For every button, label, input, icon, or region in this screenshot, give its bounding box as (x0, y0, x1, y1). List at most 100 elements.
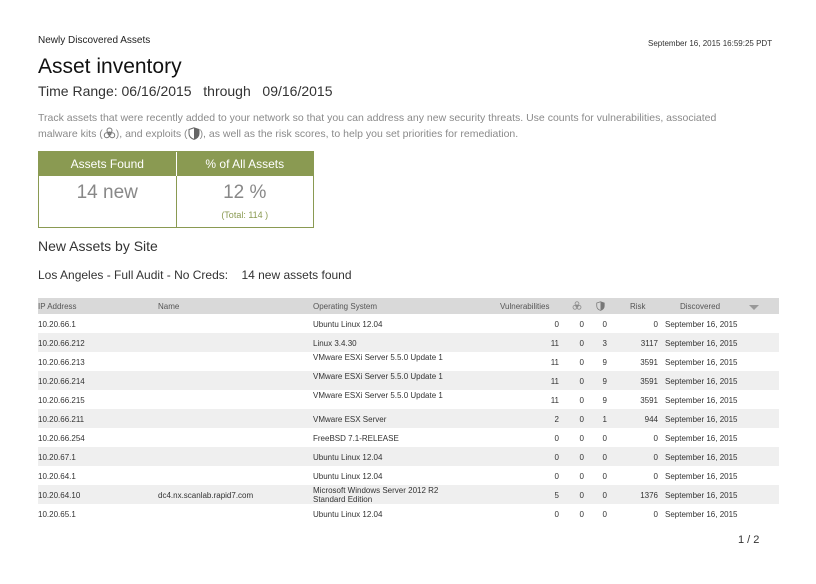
risk-cell: 3591 (640, 396, 658, 405)
ip-address-cell: 10.20.67.1 (38, 453, 76, 462)
risk-header: Risk (630, 302, 646, 311)
assets-table: IP Address Name Operating System Vulnera… (38, 298, 779, 523)
table-row: 10.20.64.1 Ubuntu Linux 12.04 0 0 0 0 Septembe… (38, 466, 779, 485)
vulnerabilities-cell: 11 (550, 358, 559, 367)
os-cell: Linux 3.4.30 (313, 339, 357, 348)
discovered-cell: September 16, 2015 (665, 434, 738, 443)
time-range: Time Range: 06/16/2015 through 09/16/201… (38, 83, 333, 99)
table-row: 10.20.66.1 Ubuntu Linux 12.04 0 0 0 0 Septembe… (38, 314, 779, 333)
assets-found-cell: 14 new (39, 176, 177, 227)
site-asset-count: 14 new assets found (241, 268, 352, 282)
exploits-cell: 0 (602, 472, 607, 481)
malware-kits-cell: 0 (579, 339, 584, 348)
discovered-cell: September 16, 2015 (665, 415, 738, 424)
discovered-cell: September 16, 2015 (665, 396, 738, 405)
table-row: 10.20.66.213 VMware ESXi Server 5.5.0 Upd… (38, 352, 779, 371)
malware-kits-cell: 0 (579, 377, 584, 386)
risk-cell: 3591 (640, 377, 658, 386)
site-name: Los Angeles - Full Audit - No Creds: (38, 268, 229, 282)
section-title: New Assets by Site (38, 238, 158, 254)
table-body: 10.20.66.1 Ubuntu Linux 12.04 0 0 0 0 Septembe… (38, 314, 779, 523)
table-row: 10.20.66.254 FreeBSD 7.1-RELEASE 0 0 0 0 Septe… (38, 428, 779, 447)
malware-kits-cell: 0 (579, 415, 584, 424)
os-header: Operating System (313, 302, 378, 311)
discovered-header[interactable]: Discovered (680, 302, 720, 311)
report-description: Track assets that were recently added to… (38, 110, 738, 145)
vulnerabilities-cell: 11 (550, 396, 559, 405)
risk-cell: 0 (653, 510, 658, 519)
discovered-cell: September 16, 2015 (665, 453, 738, 462)
site-summary: Los Angeles - Full Audit - No Creds: 14 … (38, 268, 352, 282)
assets-found-value: 14 new (76, 182, 138, 203)
risk-cell: 3591 (640, 358, 658, 367)
malware-biohazard-icon (103, 127, 116, 145)
table-row: 10.20.66.211 VMware ESX Server 2 0 1 944 Septe… (38, 409, 779, 428)
os-cell: Ubuntu Linux 12.04 (313, 320, 383, 329)
exploit-shield-icon (596, 301, 605, 313)
malware-kits-cell: 0 (579, 320, 584, 329)
os-cell: Microsoft Windows Server 2012 R2 Standar… (313, 486, 439, 504)
os-cell: Ubuntu Linux 12.04 (313, 472, 383, 481)
malware-kits-cell: 0 (579, 434, 584, 443)
page-title: Asset inventory (38, 55, 182, 78)
risk-cell: 1376 (640, 491, 658, 500)
vulnerabilities-cell: 5 (554, 491, 559, 500)
malware-kits-cell: 0 (579, 472, 584, 481)
risk-cell: 0 (653, 453, 658, 462)
sort-descending-icon[interactable] (749, 304, 759, 313)
ip-address-cell: 10.20.64.1 (38, 472, 76, 481)
discovered-cell: September 16, 2015 (665, 320, 738, 329)
table-row: 10.20.67.1 Ubuntu Linux 12.04 0 0 0 0 Septembe… (38, 447, 779, 466)
summary-table: Assets Found % of All Assets 14 new 12 %… (38, 151, 314, 228)
ip-address-cell: 10.20.66.211 (38, 415, 85, 424)
discovered-cell: September 16, 2015 (665, 510, 738, 519)
name-header: Name (158, 302, 180, 311)
risk-cell: 0 (653, 472, 658, 481)
exploit-shield-icon (188, 127, 200, 145)
vulnerabilities-cell: 0 (554, 472, 559, 481)
discovered-cell: September 16, 2015 (665, 339, 738, 348)
percent-assets-cell: 12 % (Total: 114 ) (177, 176, 314, 227)
assets-found-header: Assets Found (39, 152, 177, 176)
vulnerabilities-cell: 0 (554, 320, 559, 329)
exploits-cell: 9 (602, 377, 607, 386)
exploits-cell: 0 (602, 491, 607, 500)
discovered-cell: September 16, 2015 (665, 491, 738, 500)
os-cell: Ubuntu Linux 12.04 (313, 510, 383, 519)
vulnerabilities-header: Vulnerabilities (500, 302, 550, 311)
ip-address-header: IP Address (38, 302, 77, 311)
table-row: 10.20.64.10 dc4.nx.scanlab.rapid7.com Micr… (38, 485, 779, 504)
os-cell: Ubuntu Linux 12.04 (313, 453, 383, 462)
risk-cell: 0 (653, 434, 658, 443)
exploits-cell: 9 (602, 358, 607, 367)
risk-cell: 3117 (640, 339, 658, 348)
report-section-label: Newly Discovered Assets (38, 35, 151, 46)
discovered-cell: September 16, 2015 (665, 472, 738, 481)
page-number: 1 / 2 (738, 534, 760, 546)
malware-kits-cell: 0 (579, 491, 584, 500)
summary-header: Assets Found % of All Assets (39, 152, 313, 176)
ip-address-cell: 10.20.66.214 (38, 377, 85, 386)
malware-kits-cell: 0 (579, 358, 584, 367)
ip-address-cell: 10.20.66.212 (38, 339, 85, 348)
percent-assets-value: 12 % (223, 182, 267, 203)
malware-kits-cell: 0 (579, 396, 584, 405)
os-cell: VMware ESXi Server 5.5.0 Update 1 (313, 372, 443, 381)
exploits-cell: 9 (602, 396, 607, 405)
total-assets-value: (Total: 114 ) (221, 210, 269, 220)
exploits-cell: 0 (602, 510, 607, 519)
ip-address-cell: 10.20.66.215 (38, 396, 85, 405)
vulnerabilities-cell: 2 (554, 415, 559, 424)
malware-biohazard-icon (572, 301, 582, 313)
summary-body: 14 new 12 % (Total: 114 ) (39, 176, 313, 227)
risk-cell: 0 (653, 320, 658, 329)
exploits-cell: 0 (602, 453, 607, 462)
exploits-cell: 0 (602, 434, 607, 443)
os-cell: VMware ESXi Server 5.5.0 Update 1 (313, 391, 443, 400)
discovered-cell: September 16, 2015 (665, 358, 738, 367)
ip-address-cell: 10.20.66.254 (38, 434, 85, 443)
malware-kits-cell: 0 (579, 453, 584, 462)
vulnerabilities-cell: 0 (554, 453, 559, 462)
discovered-cell: September 16, 2015 (665, 377, 738, 386)
os-cell: VMware ESX Server (313, 415, 387, 424)
